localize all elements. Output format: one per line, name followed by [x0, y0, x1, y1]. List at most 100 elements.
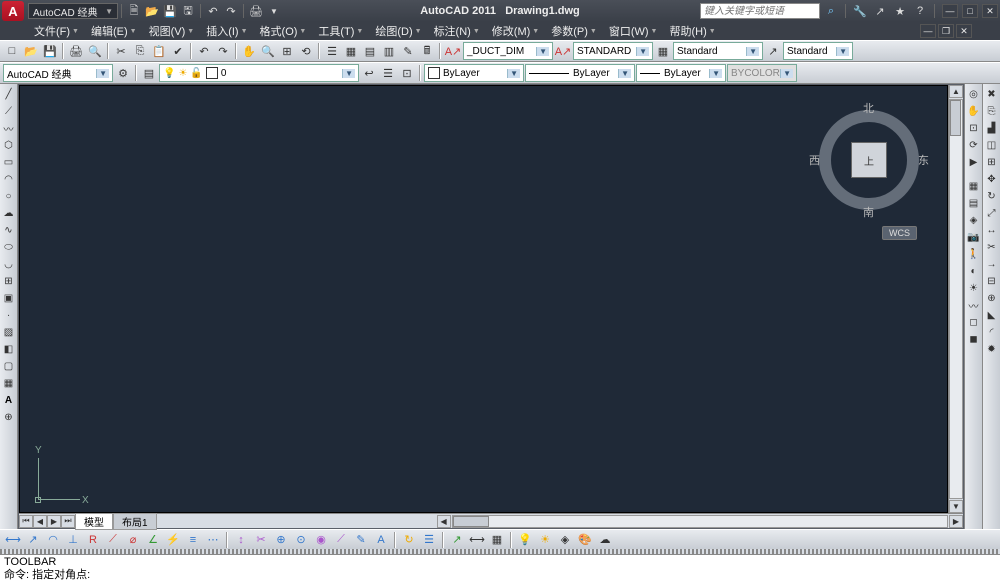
minimize-button[interactable]: — — [942, 4, 958, 18]
open-button[interactable]: 📂 — [22, 42, 40, 60]
hscroll-thumb[interactable] — [453, 516, 489, 527]
tab-layout1[interactable]: 布局1 — [113, 513, 157, 530]
zoom-prev-button[interactable]: ⟲ — [297, 42, 315, 60]
point-button[interactable]: ∙ — [1, 307, 17, 323]
sheet-set-button[interactable]: ▥ — [380, 42, 398, 60]
dim-space-button[interactable]: ↕ — [232, 531, 250, 549]
zoom-extents-button[interactable]: ⊡ — [966, 120, 982, 136]
zoom-window-button[interactable]: ⊞ — [278, 42, 296, 60]
3dviews-button[interactable]: ◈ — [966, 212, 982, 228]
drawing-canvas[interactable]: YX 上 北 南 东 西 WCS — [19, 85, 948, 513]
undo-button[interactable]: ↶ — [195, 42, 213, 60]
tab-first-button[interactable]: ⏮ — [19, 515, 33, 528]
menu-help[interactable]: 帮助(H)▼ — [663, 23, 721, 39]
region-button[interactable]: ▢ — [1, 358, 17, 374]
compass-south[interactable]: 南 — [863, 204, 874, 220]
sun-button[interactable]: ☀ — [536, 531, 554, 549]
dim-break-button[interactable]: ✂ — [252, 531, 270, 549]
mleaderstyle-combo[interactable]: Standard▼ — [783, 42, 853, 60]
scroll-left-button[interactable]: ◀ — [437, 515, 451, 528]
pan-button[interactable]: ✋ — [240, 42, 258, 60]
dimstyle-button[interactable]: ☰ — [420, 531, 438, 549]
tab-prev-button[interactable]: ◀ — [33, 515, 47, 528]
layer-state-button[interactable]: ☰ — [379, 64, 397, 82]
menu-parametric[interactable]: 参数(P)▼ — [545, 23, 603, 39]
array-button[interactable]: ⊞ — [984, 154, 1000, 170]
dim-update-button[interactable]: ↻ — [400, 531, 418, 549]
close-button[interactable]: ✕ — [982, 4, 998, 18]
render-env-button[interactable]: ☁ — [596, 531, 614, 549]
light-button[interactable]: 💡 — [516, 531, 534, 549]
menu-draw[interactable]: 绘图(D)▼ — [369, 23, 427, 39]
trim-button[interactable]: ✂ — [984, 239, 1000, 255]
erase-button[interactable]: ✖ — [984, 86, 1000, 102]
layer-manager-button[interactable]: ▤ — [140, 64, 158, 82]
color-combo[interactable]: ByLayer▼ — [424, 64, 524, 82]
dim-jogged-button[interactable]: ⟋ — [104, 531, 122, 549]
shade-button[interactable]: ◼ — [966, 331, 982, 347]
tab-next-button[interactable]: ▶ — [47, 515, 61, 528]
motion-path-button[interactable]: 〰 — [966, 297, 982, 313]
menu-view[interactable]: 视图(V)▼ — [143, 23, 201, 39]
scroll-up-button[interactable]: ▲ — [949, 85, 963, 98]
workspace-quick-dropdown[interactable]: AutoCAD 经典 ▼ — [28, 3, 118, 19]
pan-button2[interactable]: ✋ — [966, 103, 982, 119]
viewport-button[interactable]: ▦ — [966, 178, 982, 194]
dimstyle-icon[interactable]: A↗ — [444, 42, 462, 60]
xline-button[interactable]: ⟋ — [1, 103, 17, 119]
chevron-down-icon[interactable]: ▼ — [266, 3, 282, 19]
menu-dimension[interactable]: 标注(N)▼ — [428, 23, 486, 39]
markup-button[interactable]: ✎ — [399, 42, 417, 60]
break-button[interactable]: ⊟ — [984, 273, 1000, 289]
circle-button[interactable]: ○ — [1, 188, 17, 204]
preview-button[interactable]: 🔍 — [86, 42, 104, 60]
scroll-right-button[interactable]: ▶ — [949, 515, 963, 528]
help-search-input[interactable] — [700, 3, 820, 19]
dim-angular-button[interactable]: ∠ — [144, 531, 162, 549]
workspace-combo[interactable]: AutoCAD 经典▼ — [3, 64, 113, 82]
join-button[interactable]: ⊕ — [984, 290, 1000, 306]
ellipse-arc-button[interactable]: ◡ — [1, 256, 17, 272]
center-mark-button[interactable]: ⊙ — [292, 531, 310, 549]
hscroll-track[interactable] — [452, 515, 948, 528]
new-icon[interactable]: 🗎 — [126, 3, 142, 19]
mleader-button[interactable]: ↗ — [448, 531, 466, 549]
linetype-combo[interactable]: ByLayer▼ — [525, 64, 635, 82]
mirror-button[interactable]: ▟ — [984, 120, 1000, 136]
add-selected-button[interactable]: ⊕ — [1, 409, 17, 425]
compass-west[interactable]: 西 — [809, 152, 820, 168]
save-icon[interactable]: 💾 — [162, 3, 178, 19]
tablestyle-combo[interactable]: Standard▼ — [673, 42, 763, 60]
dim-radius-button[interactable]: R — [84, 531, 102, 549]
vertical-scrollbar[interactable]: ▲ ▼ — [948, 85, 963, 513]
workspace-settings-button[interactable]: ⚙ — [114, 64, 132, 82]
dim-quick-button[interactable]: ⚡ — [164, 531, 182, 549]
undo-icon[interactable]: ↶ — [205, 3, 221, 19]
tablestyle-icon[interactable]: ▦ — [654, 42, 672, 60]
scale-button[interactable]: ⤢ — [984, 205, 1000, 221]
layer-iso-button[interactable]: ⊡ — [398, 64, 416, 82]
dim-continue-button[interactable]: ⋯ — [204, 531, 222, 549]
rectangle-button[interactable]: ▭ — [1, 154, 17, 170]
tool-palette-button[interactable]: ▤ — [361, 42, 379, 60]
copy-obj-button[interactable]: ⎘ — [984, 103, 1000, 119]
save-button[interactable]: 💾 — [41, 42, 59, 60]
design-center-button[interactable]: ▦ — [342, 42, 360, 60]
menu-file[interactable]: 文件(F)▼ — [28, 23, 85, 39]
open-icon[interactable]: 📂 — [144, 3, 160, 19]
view-cube[interactable]: 上 北 南 东 西 — [809, 100, 929, 220]
camera-button[interactable]: 📷 — [966, 229, 982, 245]
spline-button[interactable]: ∿ — [1, 222, 17, 238]
textstyle-icon[interactable]: A↗ — [554, 42, 572, 60]
compass-north[interactable]: 北 — [863, 100, 874, 116]
scroll-down-button[interactable]: ▼ — [949, 500, 963, 513]
jog-line-button[interactable]: ⟋ — [332, 531, 350, 549]
calc-button[interactable]: 🖩 — [418, 42, 436, 60]
material-button[interactable]: ◈ — [556, 531, 574, 549]
dim-ordinate-button[interactable]: ⊥ — [64, 531, 82, 549]
match-button[interactable]: ✔ — [169, 42, 187, 60]
walk-button[interactable]: 🚶 — [966, 246, 982, 262]
steering-wheel-button[interactable]: ◎ — [966, 86, 982, 102]
dimstyle-combo[interactable]: _DUCT_DIM▼ — [463, 42, 553, 60]
mtext-button[interactable]: A — [1, 392, 17, 408]
